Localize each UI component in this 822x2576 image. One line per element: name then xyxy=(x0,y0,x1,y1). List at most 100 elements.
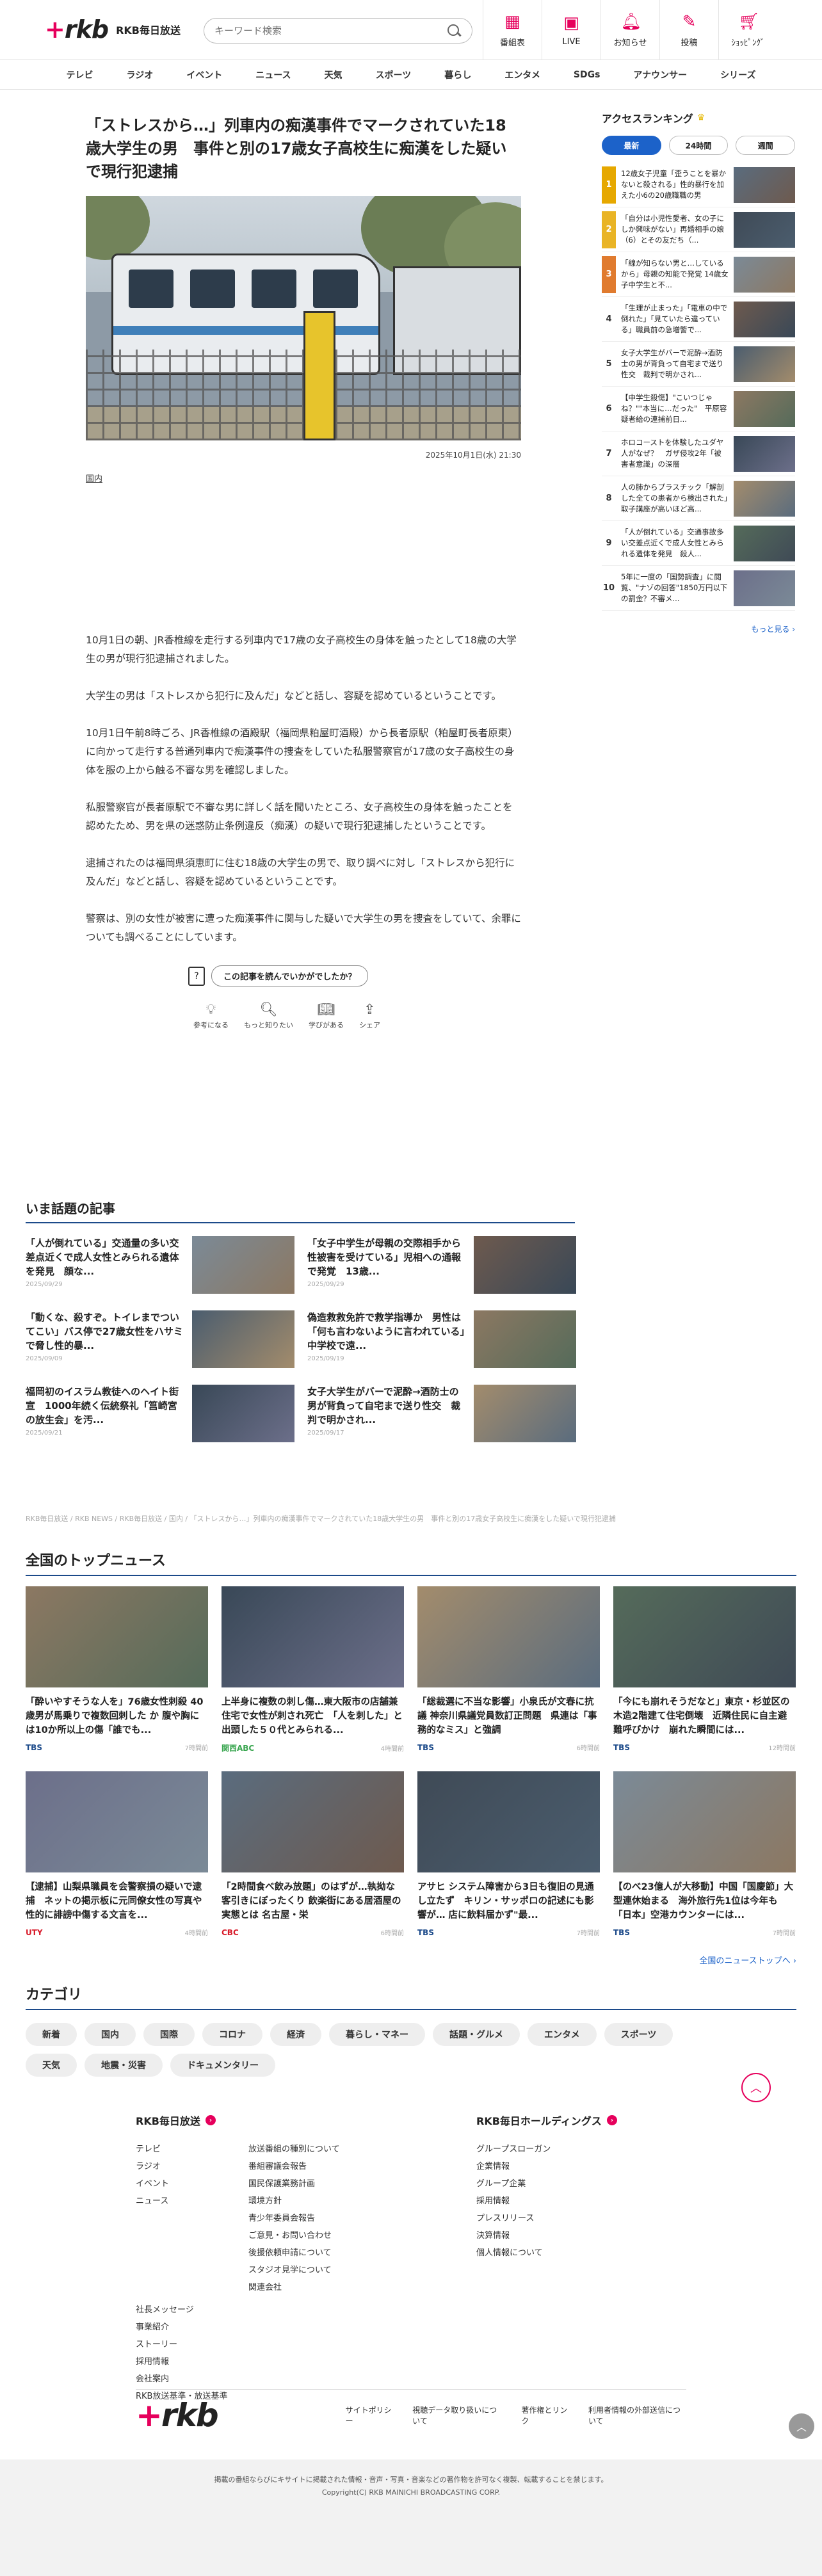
gnav-life[interactable]: 暮らし xyxy=(428,68,488,81)
tab-weekly[interactable]: 週間 xyxy=(736,136,796,155)
popular-item[interactable]: 女子大学生がバーで泥酔→酒防士の男が背負って自宅まで送り性交 裁判で明かされ..… xyxy=(307,1385,576,1446)
national-news-item[interactable]: 「2時間食べ飲み放題」のはずが…執拗な客引きにぼったくり 飲楽街にある居酒屋の実… xyxy=(222,1771,404,1937)
footer-link[interactable]: スタジオ見学について xyxy=(248,2266,332,2275)
category-chip[interactable]: 国際 xyxy=(143,2023,195,2046)
popular-item[interactable]: 偽造救救免許で救学指導か 男性は「何も言わないように言われている」中学校で遠..… xyxy=(307,1310,576,1372)
category-chip[interactable]: 話題・グルメ xyxy=(433,2023,520,2046)
footer-link[interactable]: 決算情報 xyxy=(476,2231,510,2241)
ranking-item[interactable]: 7 ホロコーストを体験したユダヤ人がなぜ？ ガザ侵攻2年「被害者意識」の深層 xyxy=(602,431,795,476)
header-nav-news[interactable]: 🔔︎ お知らせ xyxy=(600,0,659,60)
footer-link[interactable]: イベント xyxy=(136,2179,169,2189)
header-nav-live[interactable]: ▣ LIVE xyxy=(542,0,600,60)
category-chip[interactable]: 地震・災害 xyxy=(85,2054,163,2077)
scroll-top-button[interactable]: ︿ xyxy=(789,2413,814,2439)
search-input[interactable] xyxy=(214,25,446,36)
national-more-link[interactable]: 全国のニューストップへ › xyxy=(26,1954,796,1966)
footer-link[interactable]: 関連会社 xyxy=(248,2283,282,2292)
national-news-item[interactable]: 上半身に複数の刺し傷…東大阪市の店舗兼住宅で女性が刺され死亡 「人を刺した」と出… xyxy=(222,1586,404,1753)
header-nav-post[interactable]: ✎ 投稿 xyxy=(659,0,718,60)
popular-item[interactable]: 福岡初のイスラム教徒へのヘイト街宣 1000年続く伝統祭礼「筥崎宮の放生会」を汚… xyxy=(26,1385,294,1446)
footer-link[interactable]: 青少年委員会報告 xyxy=(248,2214,315,2223)
tab-24h[interactable]: 24時間 xyxy=(668,136,729,155)
ranking-item[interactable]: 6 【中学生殺傷】"こいつじゃね？""本当に…だった" 平原容疑者給の連捕前日..… xyxy=(602,387,795,431)
footer-link[interactable]: 個人情報について xyxy=(476,2248,543,2258)
share-button[interactable]: ⇪ シェア xyxy=(359,1001,380,1030)
ranking-item[interactable]: 9 「人が倒れている」交通事故多い交差点近くで成人女性とみられる遺体を発見 殺人.… xyxy=(602,521,795,566)
gnav-entame[interactable]: エンタメ xyxy=(488,68,557,81)
site-logo[interactable]: +rkb RKB毎日放送 xyxy=(45,15,181,44)
tab-latest[interactable]: 最新 xyxy=(602,136,661,155)
ranking-item[interactable]: 3 「線が知らない男と…しているから」母親の知能で発覚 14歳女子中学生と不... xyxy=(602,252,795,297)
ranking-item[interactable]: 4 「生理が止まった」「電車の中で倒れた」「見ていたら違っている」職員前の急増警で… xyxy=(602,297,795,342)
gnav-event[interactable]: イベント xyxy=(170,68,239,81)
page-top-button[interactable]: ︿ xyxy=(741,2073,771,2102)
footer-link[interactable]: 採用情報 xyxy=(136,2357,169,2367)
search-icon[interactable] xyxy=(446,23,462,38)
footer-link[interactable]: 番組審議会報告 xyxy=(248,2162,307,2171)
footer-logo[interactable]: +rkb xyxy=(136,2397,219,2434)
footer-link[interactable]: 環境方針 xyxy=(248,2196,282,2206)
footer-bottom-link[interactable]: 視聴データ取り扱いについて xyxy=(412,2404,503,2426)
footer-link[interactable]: ニュース xyxy=(136,2196,168,2206)
footer-link[interactable]: 社長メッセージ xyxy=(136,2305,194,2315)
category-chip[interactable]: 国内 xyxy=(85,2023,136,2046)
popular-item[interactable]: 「人が倒れている」交通量の多い交差点近くで成人女性とみられる遺体を発見 顔な..… xyxy=(26,1236,294,1298)
footer-link[interactable]: グループ企業 xyxy=(476,2179,526,2189)
category-chip[interactable]: 経済 xyxy=(270,2023,321,2046)
header-nav-shopping[interactable]: 🛒︎ ｼｮｯﾋﾟﾝｸﾞ xyxy=(718,0,777,60)
footer-link[interactable]: 事業紹介 xyxy=(136,2322,169,2332)
category-chip[interactable]: 天気 xyxy=(26,2054,77,2077)
category-chip[interactable]: 暮らし・マネー xyxy=(329,2023,425,2046)
gnav-tv[interactable]: テレビ xyxy=(50,68,110,81)
ranking-item[interactable]: 2 「自分は小児性愛者、女の子にしか興味がない」再婚相手の娘（6）とその友だち（.… xyxy=(602,207,795,252)
footer-link[interactable]: ご意見・お問い合わせ xyxy=(248,2231,332,2241)
footer-link[interactable]: ラジオ xyxy=(136,2162,161,2171)
ranking-item[interactable]: 10 5年に一度の「国勢調査」に閲覧、"ナゾの回答"1850万円以下の罰金？不審メ… xyxy=(602,566,795,611)
category-chip[interactable]: コロナ xyxy=(202,2023,262,2046)
footer-bottom-link[interactable]: サイトポリシー xyxy=(346,2404,395,2426)
gnav-series[interactable]: シリーズ xyxy=(704,68,772,81)
ranking-item[interactable]: 1 12歳女子児童「歪うことを暴かないと殺される」性的暴行を加えた小6の20歳職職… xyxy=(602,163,795,207)
category-chip[interactable]: 新着 xyxy=(26,2023,77,2046)
footer-link[interactable]: 放送番組の種別について xyxy=(248,2145,340,2154)
footer-link[interactable]: 国民保護業務計画 xyxy=(248,2179,315,2189)
reaction-more-button[interactable]: 🔍︎ もっと知りたい xyxy=(244,1001,293,1030)
gnav-weather[interactable]: 天気 xyxy=(308,68,359,81)
popular-item[interactable]: 「女子中学生が母親の交際相手から性被害を受けている」児相への通報で発覚 13歳.… xyxy=(307,1236,576,1298)
reaction-helpful-button[interactable]: 💡︎ 参考になる xyxy=(193,1001,229,1030)
category-chip[interactable]: エンタメ xyxy=(528,2023,597,2046)
gnav-sdgs[interactable]: SDGs xyxy=(557,70,617,80)
footer-link[interactable]: 企業情報 xyxy=(476,2162,510,2171)
footer-col1-title[interactable]: RKB毎日放送 › xyxy=(136,2113,476,2128)
footer-link[interactable]: グループスローガン xyxy=(476,2145,551,2154)
article-category[interactable]: 国内 xyxy=(86,472,102,484)
header-nav-timetable[interactable]: ▦ 番組表 xyxy=(483,0,542,60)
gnav-news[interactable]: ニュース xyxy=(239,68,307,81)
ranking-item[interactable]: 5 女子大学生がバーで泥酔→酒防士の男が背負って自宅まで送り性交 裁判で明かされ.… xyxy=(602,342,795,387)
national-news-item[interactable]: 【のべ23億人が大移動】中国「国慶節」大型連休始まる 海外旅行先1位は今年も「日… xyxy=(613,1771,796,1937)
category-chip[interactable]: ドキュメンタリー xyxy=(170,2054,275,2077)
national-news-item[interactable]: 「総裁選に不当な影響」小泉氏が文春に抗議 神奈川県議党員数訂正問題 県連は「事務… xyxy=(417,1586,600,1753)
ranking-more-link[interactable]: もっと見る › xyxy=(602,624,795,634)
footer-link[interactable]: プレスリリース xyxy=(476,2214,534,2223)
gnav-sports[interactable]: スポーツ xyxy=(359,68,428,81)
national-news-item[interactable]: 「酔いやすそうな人を」76歳女性刺殺 40歳男が馬乗りで複数回刺した か 腹や胸… xyxy=(26,1586,208,1753)
footer-col2-title[interactable]: RKB毎日ホールディングス › xyxy=(476,2113,617,2128)
gnav-announcer[interactable]: アナウンサー xyxy=(616,68,704,81)
ranking-item[interactable]: 8 人の肺からプラスチック「解剖した全ての患者から検出された」取子講座が高いほど高… xyxy=(602,476,795,521)
national-news-item[interactable]: アサヒ システム障害から3日も復旧の見通し立たず キリン・サッポロの記述にも影響… xyxy=(417,1771,600,1937)
gnav-radio[interactable]: ラジオ xyxy=(110,68,170,81)
footer-link[interactable]: 会社案内 xyxy=(136,2374,169,2384)
national-news-item[interactable]: 【逮捕】山梨県職員を会警察損の疑いで逮捕 ネットの掲示板に元同僚女性の写真や性的… xyxy=(26,1771,208,1937)
category-chip[interactable]: スポーツ xyxy=(604,2023,673,2046)
national-news-item[interactable]: 「今にも崩れそうだなと」東京・杉並区の木造2階建て住宅倒壊 近隣住民に自主避難呼… xyxy=(613,1586,796,1753)
footer-link[interactable]: 後援依頼申請について xyxy=(248,2248,332,2258)
reaction-learn-button[interactable]: 📖︎ 学びがある xyxy=(309,1001,344,1030)
popular-item[interactable]: 「動くな、殺すぞ。トイレまでついてこい」バス停で27歳女性をハサミで脅し性的暴.… xyxy=(26,1310,294,1372)
footer-link[interactable]: ストーリー xyxy=(136,2340,177,2349)
footer-link[interactable]: テレビ xyxy=(136,2145,161,2154)
footer-col1-title-text: RKB毎日放送 xyxy=(136,2115,200,2127)
footer-bottom-link[interactable]: 著作権とリンク xyxy=(521,2404,570,2426)
footer-bottom-link[interactable]: 利用者情報の外部送信について xyxy=(588,2404,686,2426)
footer-link[interactable]: 採用情報 xyxy=(476,2196,510,2206)
